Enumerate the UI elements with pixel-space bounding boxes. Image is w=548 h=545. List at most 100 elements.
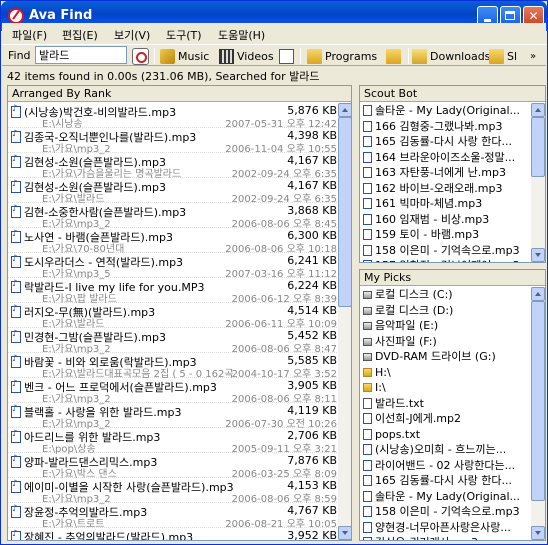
picks-scrollbar[interactable] [531, 287, 545, 540]
table-row[interactable]: 김현성-소원(슬픈발라드).mp34,167 KBE:\가요\발라드2002-0… [8, 178, 339, 205]
sl-button[interactable]: Sl [489, 47, 517, 65]
mp3-file-icon [363, 136, 372, 147]
list-item[interactable]: 159 토이 - 바램.mp3 [360, 227, 531, 243]
table-row[interactable]: 러지오-무(無)(발라드).mp34,514 KBE:\가요\발라드2006-0… [8, 303, 339, 330]
list-item-label: 양현경-너무아픈사랑은사랑... [375, 520, 511, 534]
menu-edit[interactable]: 편집(E) [62, 27, 98, 43]
scroll-up-button[interactable] [531, 287, 545, 301]
table-row[interactable]: 바람꽃 - 비와 외로움(락발라드).mp35,585 KBE:\가요\발라드대… [8, 353, 339, 380]
list-item[interactable]: 157 임창정 - 러브어페어.mp3 [360, 258, 531, 262]
table-row[interactable]: 에이미-이별을 시작한 사랑(슬픈발라드).mp34,153 KBE:\가요\m… [8, 478, 339, 505]
table-row[interactable]: 민경현-그밤(슬픈발라드).mp35,452 KBE:\가요\mp3_22006… [8, 328, 339, 355]
list-item[interactable]: 166 김형중-그랬나봐.mp3 [360, 119, 531, 135]
list-item[interactable]: DVD-RAM 드라이브 (G:) [360, 349, 531, 365]
table-row[interactable]: (시낭송)박건호-비의발라드.mp35,876 KBE:\시낭송2007-05-… [8, 103, 339, 130]
menu-tools[interactable]: 도구(T) [166, 27, 202, 43]
list-item[interactable]: 163 자탄풍-너에게 난.mp3 [360, 165, 531, 181]
mp3-file-icon [363, 182, 372, 194]
list-item-label: H:\ [375, 365, 391, 379]
list-item[interactable]: 165 김동률-다시 사랑 한다... [360, 134, 531, 150]
scroll-down-button[interactable] [531, 526, 545, 540]
text-file-icon [363, 428, 372, 440]
table-row[interactable]: 노사연 - 바램(슬픈발라드).mp36,300 KBE:\가요\70-80년대… [8, 228, 339, 255]
scroll-up-button[interactable] [338, 103, 351, 117]
list-item[interactable]: 음악파일 (E:) [360, 318, 531, 334]
table-row[interactable]: 김현성-소원(슬픈발라드).mp34,167 KBE:\가요\가슴을울리는 명곡… [8, 153, 339, 180]
videos-button[interactable]: Videos [219, 47, 274, 65]
results-scrollbar[interactable] [338, 103, 351, 540]
list-item[interactable]: 사진파일 (F:) [360, 334, 531, 350]
list-item-label: (시낭송)오미희 - 흐느끼는... [375, 443, 507, 456]
scout-scrollbar[interactable] [531, 103, 545, 262]
list-item-label: 166 김형중-그랬나봐.mp3 [375, 119, 503, 133]
list-item[interactable]: 164 브라운아이즈소울-정말... [360, 150, 531, 166]
list-item[interactable]: 솔타운 - My Lady(Original... [360, 103, 531, 119]
list-item[interactable]: 양현경-너무아픈사랑은사랑... [360, 520, 531, 536]
list-item[interactable]: 이선희-J에게.mp2 [360, 411, 531, 427]
list-item[interactable]: 162 바이브-오래오래.mp3 [360, 181, 531, 197]
list-item[interactable]: 158 이은미 - 기억속으로.mp3 [360, 504, 531, 520]
list-item-label: 김신우-귀거래사.mp3 [375, 536, 478, 540]
status-bar: 42 items found in 0.00s (231.06 MB), Sea… [2, 67, 546, 83]
menu-help[interactable]: 도움말(H) [218, 27, 265, 43]
list-item-label: 164 브라운아이즈소울-정말... [375, 150, 516, 164]
window-title: Ava Find [29, 8, 93, 23]
table-row[interactable]: 김현-소중한사람(슬픈발라드).mp33,868 KBE:\가요\mp3_220… [8, 203, 339, 230]
list-item-label: 솔타운 - My Lady(Original... [375, 489, 521, 503]
list-item[interactable]: H:\ [360, 365, 531, 381]
scroll-thumb[interactable] [338, 117, 351, 307]
list-item[interactable]: 라이어밴드 - 02 사랑한다는... [360, 458, 531, 474]
scroll-thumb[interactable] [531, 301, 545, 501]
programs-button[interactable]: Programs [307, 47, 377, 65]
list-item[interactable]: 158 이은미 - 기억속으로.mp3 [360, 243, 531, 259]
results-header[interactable]: Arranged By Rank [8, 86, 351, 102]
documents-button[interactable] [279, 47, 294, 65]
scroll-thumb[interactable] [531, 117, 545, 177]
list-item[interactable]: 로컬 디스크 (C:) [360, 287, 531, 303]
mp3-file-icon [363, 459, 372, 471]
find-input[interactable] [35, 46, 127, 64]
mp3-file-icon [363, 244, 372, 256]
menu-file[interactable]: 파일(F) [12, 27, 47, 43]
music-button[interactable]: Music [160, 47, 209, 65]
scroll-up-button[interactable] [531, 103, 545, 117]
list-item[interactable]: 161 빅마마-체념.mp3 [360, 196, 531, 212]
table-row[interactable]: 벤크 - 어느 프로덕에서(슬픈발라드).mp33,905 KBE:\가요\mp… [8, 378, 339, 405]
list-item-label: 발라드.txt [375, 396, 424, 410]
scroll-down-button[interactable] [338, 526, 351, 540]
list-item[interactable]: 솔타운 - My Lady(Original... [360, 489, 531, 505]
list-item[interactable]: (시낭송)오미희 - 흐느끼는... [360, 442, 531, 458]
menu-view[interactable]: 보기(V) [114, 27, 150, 43]
toolbar-overflow-button[interactable]: » [530, 47, 536, 65]
search-button[interactable] [132, 47, 149, 65]
table-row[interactable]: 양파-발라드댄스리믹스.mp37,876 KBE:\가요\박스 댄스2006-0… [8, 453, 339, 480]
drive-icon [363, 353, 372, 361]
list-item[interactable]: pops.txt [360, 427, 531, 443]
table-row[interactable]: 김종국-오직너뿐인나를(발라드).mp34,398 KBE:\가요\mp3_22… [8, 128, 339, 155]
list-item[interactable]: I:\ [360, 380, 531, 396]
list-item[interactable]: 165 김동률-다시 사랑 한다... [360, 473, 531, 489]
mp3-file-icon [363, 413, 372, 424]
drive-icon [363, 291, 372, 299]
table-row[interactable]: 장윤정-추억의발라드.mp34,767 KBE:\가요\트로트2006-08-2… [8, 503, 339, 530]
list-item-label: 솔타운 - My Lady(Original... [375, 104, 521, 117]
table-row[interactable]: 락발라드-I live my life for you.MP36,224 KBE… [8, 278, 339, 305]
table-row[interactable]: 도시우라더스 - 연적(발라드).mp36,241 KBE:\가요\mp3_52… [8, 253, 339, 280]
pictures-button[interactable] [386, 47, 401, 65]
list-item[interactable]: 발라드.txt [360, 396, 531, 412]
table-row[interactable]: 블랙홀 - 사랑을 위한 발라드.mp34,119 KBE:\가요\mp3_22… [8, 403, 339, 430]
downloads-button[interactable]: Downloads [412, 47, 490, 65]
list-item[interactable]: 김신우-귀거래사.mp3 [360, 535, 531, 540]
list-item[interactable]: 160 임재범 - 비상.mp3 [360, 212, 531, 228]
mp3-file-icon [11, 279, 21, 293]
mp3-file-icon [363, 167, 372, 178]
table-row[interactable]: 아드리느를 위한 발라드.mp32,706 KBE:\pop\상송2005-09… [8, 428, 339, 455]
my-picks-list: 로컬 디스크 (C:) 로컬 디스크 (D:) 음악파일 (E:) 사진파일 (F:)… [360, 287, 531, 540]
list-item[interactable]: 로컬 디스크 (D:) [360, 303, 531, 319]
table-row[interactable]: 장혜진 - 추억의발라드(발라드).mp33,952 KBE:\가요2006-0… [8, 528, 339, 540]
mp3-file-icon [363, 213, 372, 225]
scroll-down-button[interactable] [531, 248, 545, 262]
app-window: Ava Find ✕ 파일(F) 편집(E) 보기(V) 도구(T) 도움말(H… [0, 0, 548, 545]
videos-label: Videos [237, 49, 274, 63]
app-logo-icon [8, 8, 24, 24]
